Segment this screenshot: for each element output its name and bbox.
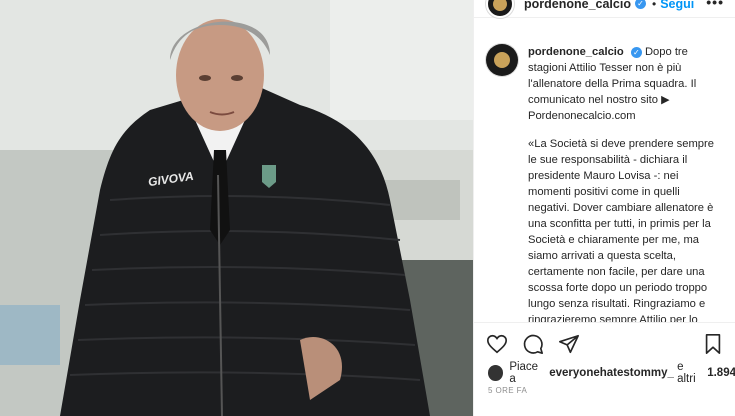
liker-avatar[interactable] <box>488 365 504 381</box>
caption-area[interactable]: pordenone_calcio ✓ Dopo tre stagioni Att… <box>474 40 735 322</box>
post-side-panel: pordenone_calcio ✓ • Segui ••• pordenone… <box>473 0 735 416</box>
caption-quote: «La Società si deve prendere sempre le s… <box>528 138 714 322</box>
likes-count[interactable]: 1.894 <box>707 367 735 379</box>
heart-icon[interactable] <box>486 333 508 355</box>
caption-username[interactable]: pordenone_calcio <box>528 46 624 58</box>
header-username[interactable]: pordenone_calcio <box>524 0 631 11</box>
share-icon[interactable] <box>558 333 580 355</box>
post-actions: Piace a everyonehatestommy_ e altri 1.89… <box>474 322 735 416</box>
header-separator: • <box>651 0 657 11</box>
bookmark-icon[interactable] <box>702 333 724 355</box>
post-photo[interactable]: GIVOVA <box>0 0 473 416</box>
post-header: pordenone_calcio ✓ • Segui ••• <box>474 0 735 18</box>
caption-avatar[interactable] <box>486 44 518 76</box>
verified-icon: ✓ <box>630 46 642 58</box>
post-timestamp[interactable]: 5 ORE FA <box>488 386 527 395</box>
liker-username[interactable]: everyonehatestommy_ <box>549 367 674 379</box>
follow-button[interactable]: Segui <box>660 0 694 11</box>
more-options-icon[interactable]: ••• <box>706 0 724 10</box>
photo-illustration <box>0 0 473 416</box>
verified-icon: ✓ <box>634 0 646 9</box>
likes-prefix: Piace a <box>509 361 539 385</box>
likes-middle: e altri <box>677 361 696 385</box>
header-avatar[interactable] <box>486 0 514 18</box>
comment-icon[interactable] <box>522 333 544 355</box>
likes-summary: Piace a everyonehatestommy_ e altri 1.89… <box>488 361 735 385</box>
caption-text: pordenone_calcio ✓ Dopo tre stagioni Att… <box>528 44 722 322</box>
